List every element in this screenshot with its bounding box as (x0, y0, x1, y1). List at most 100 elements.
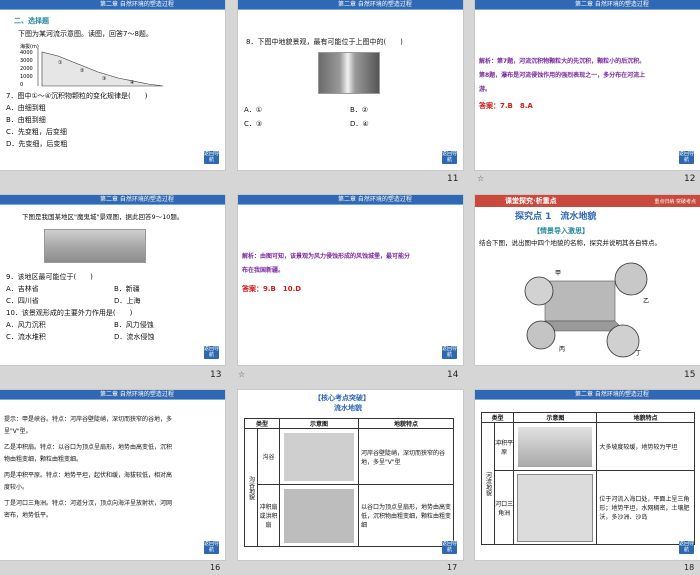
slide-number: 12 (684, 174, 696, 184)
hint-line-2: 呈"V"型。 (4, 428, 32, 435)
slide-number: 16 (210, 563, 221, 572)
river-profile-diagram: 海拔(m) 4000 3000 2000 1000 0 ① ② ③ ④ (20, 43, 164, 88)
row-diagram (278, 428, 359, 485)
return-nav-button[interactable]: 返回导航 (204, 541, 219, 554)
hint-line-8: 密布，地势低平。 (4, 512, 53, 519)
row-type: 冲积平原 (493, 422, 515, 471)
slide-header: 第二章 自然环境的塑造过程 (238, 0, 463, 9)
option-d: D．④ (350, 120, 369, 128)
analysis-line-1: 解析：第7题，河流沉积物颗粒大的先沉积，颗粒小的后沉积。 (479, 58, 646, 65)
return-nav-button[interactable]: 返回导航 (442, 151, 457, 164)
return-nav-button[interactable]: 返回导航 (679, 151, 694, 164)
section-title: 二、选择题 (10, 16, 53, 27)
row-desc: 位于河流入海口处，平面上呈三角形；地势平坦，水网稠密，土壤肥沃，多沙洲、沙岛 (596, 470, 695, 545)
slide-header: 第二章 自然环境的塑造过程 (238, 195, 463, 204)
arrow-icon: ☆ (477, 174, 485, 183)
return-nav-button[interactable]: 返回导航 (442, 346, 457, 359)
slide-number: 17 (447, 563, 458, 572)
row-desc: 大多坡度较缓，地势较为平坦 (596, 422, 695, 471)
q9-option-a: A．吉林省 (6, 285, 39, 293)
option-a: A．① (244, 106, 263, 114)
row-type: 冲积扇或洪积扇 (257, 484, 280, 547)
slide-number: 14 (447, 370, 459, 380)
svg-text:②: ② (80, 68, 85, 74)
answer-text: 答案：9.B 10.D (242, 285, 302, 293)
hint-line-7: 丁是河口三角洲。特点：河道分汊，顶点向海洋呈放射状，河网 (4, 500, 173, 507)
svg-text:丙: 丙 (559, 346, 565, 353)
analysis-line-1: 解析：由图可知，该景观为风力侵蚀形成的风蚀城堡，最可能分 (242, 253, 411, 260)
row-desc: 以谷口为顶点呈扇形，地势由高变低，沉积物由粗变细，颗粒由粗变细 (357, 484, 455, 547)
col-type: 类型 (480, 412, 515, 423)
analysis-line-2: 布在我国新疆。 (242, 267, 285, 274)
banner-title: 课堂探究·析重点 (505, 197, 557, 205)
axis-tick: 3000 (20, 58, 33, 64)
inquiry-title: 探究点 1 流水地貌 (515, 212, 597, 222)
landform-table: 类型 示意图 地貌特点 沟谷地貌 沟谷 河岸谷壁陡峭，深切而狭窄的谷地，多呈"V… (244, 418, 455, 547)
slide-header: 第二章 自然环境的塑造过程 (475, 0, 700, 9)
row-diagram (513, 422, 598, 471)
option-b: B．由粗到细 (6, 116, 46, 124)
slide-15[interactable]: 课堂探究·析重点 重点归纳·突破考点 探究点 1 流水地貌 【情景导入激思】 结… (475, 195, 700, 365)
question-10: 10．该景观形成的主要外力作用是( ) (6, 309, 133, 317)
slide-14[interactable]: 第二章 自然环境的塑造过程 解析：由图可知，该景观为风力侵蚀形成的风蚀城堡，最可… (238, 195, 463, 365)
q10-option-a: A．风力沉积 (6, 321, 46, 329)
return-nav-button[interactable]: 返回导航 (679, 541, 694, 554)
row-desc: 河岸谷壁陡峭，深切而狭窄的谷地，多呈"V"型 (357, 428, 455, 485)
slide-13[interactable]: 第二章 自然环境的塑造过程 下图是我国某地区"魔鬼城"景观图，据此回答9～10题… (0, 195, 225, 365)
inquiry-subtitle: 【情景导入激思】 (533, 227, 589, 235)
slide-18[interactable]: 第二章 自然环境的塑造过程 类型 示意图 地貌特点 河流地貌 冲积平原 大多坡度… (475, 390, 700, 560)
slide-16[interactable]: 第二章 自然环境的塑造过程 提示：甲是峡谷。特点：河岸谷壁陡峭，深切而狭窄的谷地… (0, 390, 225, 560)
hint-line-1: 提示：甲是峡谷。特点：河岸谷壁陡峭，深切而狭窄的谷地，多 (4, 416, 173, 423)
q10-option-c: C．流水堆积 (6, 333, 46, 341)
ghost-city-photo (44, 229, 146, 263)
group-label: 沟谷地貌 (244, 428, 258, 547)
hint-line-3: 乙是冲积扇。特点：以谷口为顶点呈扇形，地势由高变低，沉积 (4, 444, 173, 451)
slide-17[interactable]: 【核心考点突破】 流水地貌 类型 示意图 地貌特点 沟谷地貌 沟谷 河岸谷壁陡峭… (238, 390, 463, 560)
header-title: 第二章 自然环境的塑造过程 (575, 391, 649, 398)
header-title: 第二章 自然环境的塑造过程 (575, 1, 649, 8)
axis-tick: 4000 (20, 50, 33, 56)
return-nav-button[interactable]: 返回导航 (204, 151, 219, 164)
inquiry-text: 结合下图，说出图中四个地貌的名称，探究并说明其各自特点。 (479, 239, 661, 247)
header-title: 第二章 自然环境的塑造过程 (100, 1, 174, 8)
slide-11[interactable]: 第二章 自然环境的塑造过程 8．下图中地貌景观，最有可能位于上图中的( ) A．… (238, 0, 463, 170)
option-c: C．③ (244, 120, 263, 128)
axis-tick: 0 (20, 82, 23, 88)
slide-header: 第二章 自然环境的塑造过程 (0, 390, 225, 399)
analysis-line-2: 第8题，瀑布是河流侵蚀作用的强烈表现之一，多分布在河流上 (479, 72, 646, 79)
svg-text:③: ③ (102, 76, 106, 82)
slide-header: 第二章 自然环境的塑造过程 (475, 390, 700, 399)
axis-tick: 2000 (20, 66, 33, 72)
col-features: 地貌特点 (596, 412, 695, 423)
return-nav-button[interactable]: 返回导航 (204, 346, 219, 359)
option-d: D．先变细，后变粗 (6, 140, 68, 148)
option-a: A．由细到粗 (6, 104, 46, 112)
slide-number: 13 (210, 370, 222, 380)
hint-line-4: 物由粗变细，颗粒由粗变细。 (4, 456, 83, 463)
header-title: 第二章 自然环境的塑造过程 (100, 391, 174, 398)
slide-12[interactable]: 第二章 自然环境的塑造过程 解析：第7题，河流沉积物颗粒大的先沉积，颗粒小的后沉… (475, 0, 700, 170)
intro-text: 下图为某河流示意图。读图，回答7～8题。 (18, 30, 153, 38)
q9-option-b: B．新疆 (114, 285, 140, 293)
axis-unit: 海拔(m) (20, 43, 39, 50)
banner-subtitle: 重点归纳·突破考点 (654, 199, 696, 205)
slide-number: 11 (447, 174, 459, 184)
q10-option-d: D．流水侵蚀 (114, 333, 155, 341)
header-title: 第二章 自然环境的塑造过程 (100, 196, 174, 203)
row-diagram (513, 470, 598, 545)
slide-10[interactable]: 第二章 自然环境的塑造过程 二、选择题 下图为某河流示意图。读图，回答7～8题。… (0, 0, 225, 170)
option-c: C．先变粗，后变细 (6, 128, 67, 136)
return-nav-button[interactable]: 返回导航 (442, 541, 457, 554)
col-features: 地貌特点 (357, 418, 455, 429)
hint-line-5: 丙是冲积平原。特点：地势平坦，起伏和缓，海拔较低，相对高 (4, 472, 173, 479)
answer-text: 答案：7.B 8.A (479, 102, 533, 110)
q9-option-c: C．四川省 (6, 297, 39, 305)
svg-text:乙: 乙 (643, 298, 649, 305)
question-7: 7．图中①～④沉积物颗粒的变化规律是( ) (6, 92, 148, 100)
group-label: 河流地貌 (481, 422, 495, 545)
col-diagram: 示意图 (513, 412, 598, 423)
header-title: 第二章 自然环境的塑造过程 (338, 196, 412, 203)
svg-text:④: ④ (130, 80, 135, 86)
row-type: 沟谷 (257, 428, 280, 485)
slide-header: 第二章 自然环境的塑造过程 (0, 0, 225, 9)
